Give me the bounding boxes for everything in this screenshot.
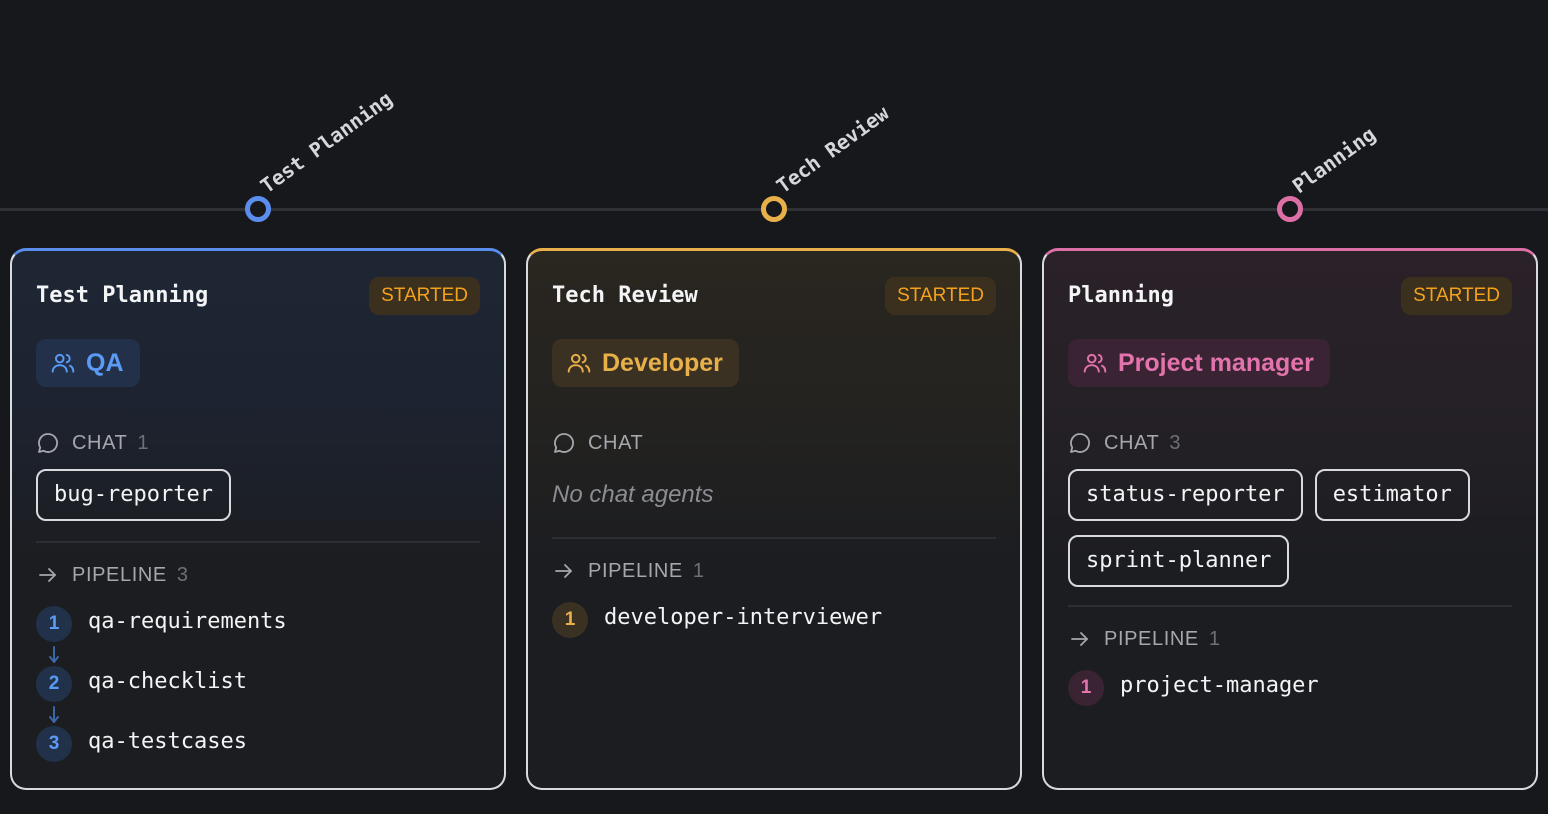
- card-title: Test Planning: [36, 283, 209, 308]
- step-agent-name: qa-checklist: [88, 669, 247, 694]
- chat-agent-chip[interactable]: bug-reporter: [36, 469, 231, 521]
- down-arrow-icon: [49, 706, 59, 723]
- pipeline-section-header: PIPELINE 1: [552, 559, 705, 583]
- pipeline-step[interactable]: 1 developer-interviewer: [552, 602, 996, 662]
- role-pill[interactable]: Developer: [552, 339, 739, 387]
- arrow-right-icon: [1071, 632, 1088, 646]
- pipeline-label: PIPELINE: [588, 559, 683, 582]
- chat-agent-chip[interactable]: status-reporter: [1068, 469, 1303, 521]
- status-badge: STARTED: [885, 277, 996, 315]
- chat-label: CHAT: [1104, 431, 1160, 454]
- card-header: Planning STARTED: [1068, 277, 1512, 315]
- step-agent-name: qa-testcases: [88, 729, 247, 754]
- pipeline-label: PIPELINE: [1104, 627, 1199, 650]
- stage-card-planning: Planning STARTED Project manager CHAT 3 …: [1042, 248, 1538, 790]
- section-divider: [36, 541, 480, 543]
- users-icon: [51, 353, 75, 373]
- card-header: Tech Review STARTED: [552, 277, 996, 315]
- section-divider: [552, 537, 996, 539]
- chat-bubble-icon: [38, 433, 58, 453]
- pipeline-step-list: 1 project-manager: [1068, 670, 1512, 730]
- timeline-label-test-planning: Test Planning: [255, 86, 397, 198]
- stage-card-test-planning: Test Planning STARTED QA CHAT 1 bug-repo…: [10, 248, 506, 790]
- pipeline-step[interactable]: 1 project-manager: [1068, 670, 1512, 730]
- pipeline-step[interactable]: 1 qa-requirements: [36, 606, 480, 666]
- pipeline-step-list: 1 qa-requirements 2 qa-checklist 3 qa-te…: [36, 606, 480, 786]
- step-number: 1: [1068, 670, 1104, 706]
- timeline-node-planning[interactable]: [1277, 196, 1303, 222]
- role-pill[interactable]: QA: [36, 339, 140, 387]
- pipeline-step[interactable]: 3 qa-testcases: [36, 726, 480, 786]
- step-number: 1: [552, 602, 588, 638]
- role-pill[interactable]: Project manager: [1068, 339, 1330, 387]
- card-title: Planning: [1068, 283, 1174, 308]
- role-label: Developer: [602, 348, 723, 377]
- arrow-right-icon: [555, 564, 572, 578]
- step-number: 3: [36, 726, 72, 762]
- role-label: Project manager: [1118, 348, 1314, 377]
- card-header: Test Planning STARTED: [36, 277, 480, 315]
- arrow-right-icon: [39, 568, 56, 582]
- step-number: 1: [36, 606, 72, 642]
- step-agent-name: qa-requirements: [88, 609, 287, 634]
- empty-chat-text: No chat agents: [552, 481, 714, 508]
- role-label: QA: [86, 348, 124, 377]
- chat-label: CHAT: [588, 431, 644, 454]
- pipeline-count: 1: [1208, 627, 1221, 650]
- pipeline-section-header: PIPELINE 1: [1068, 627, 1221, 651]
- chat-section-header: CHAT 3: [1068, 431, 1181, 455]
- pipeline-count: 3: [176, 563, 189, 586]
- pipeline-count: 1: [692, 559, 705, 582]
- stage-card-tech-review: Tech Review STARTED Developer CHAT No ch…: [526, 248, 1022, 790]
- users-icon: [1083, 353, 1107, 373]
- card-title: Tech Review: [552, 283, 698, 308]
- chat-count: 3: [1169, 431, 1182, 454]
- users-icon: [567, 353, 591, 373]
- chat-section-header: CHAT: [552, 431, 643, 455]
- chat-section-header: CHAT 1: [36, 431, 149, 455]
- chat-agent-list: status-reporter estimator sprint-planner: [1068, 469, 1512, 587]
- step-number: 2: [36, 666, 72, 702]
- pipeline-section-header: PIPELINE 3: [36, 563, 189, 587]
- chat-agent-list: bug-reporter: [36, 469, 480, 521]
- chat-bubble-icon: [554, 433, 574, 453]
- pipeline-step-list: 1 developer-interviewer: [552, 602, 996, 662]
- chat-agent-chip[interactable]: sprint-planner: [1068, 535, 1290, 587]
- timeline-label-tech-review: Tech Review: [771, 100, 894, 198]
- status-badge: STARTED: [1401, 277, 1512, 315]
- chat-agent-chip[interactable]: estimator: [1314, 469, 1470, 521]
- chat-label: CHAT: [72, 431, 128, 454]
- section-divider: [1068, 605, 1512, 607]
- step-agent-name: project-manager: [1120, 673, 1319, 698]
- timeline-node-tech-review[interactable]: [761, 196, 787, 222]
- chat-count: 1: [137, 431, 150, 454]
- status-badge: STARTED: [369, 277, 480, 315]
- down-arrow-icon: [49, 646, 59, 663]
- step-agent-name: developer-interviewer: [604, 605, 883, 630]
- pipeline-step[interactable]: 2 qa-checklist: [36, 666, 480, 726]
- timeline-label-planning: Planning: [1287, 121, 1380, 198]
- chat-bubble-icon: [1070, 433, 1090, 453]
- timeline-node-test-planning[interactable]: [245, 196, 271, 222]
- pipeline-label: PIPELINE: [72, 563, 167, 586]
